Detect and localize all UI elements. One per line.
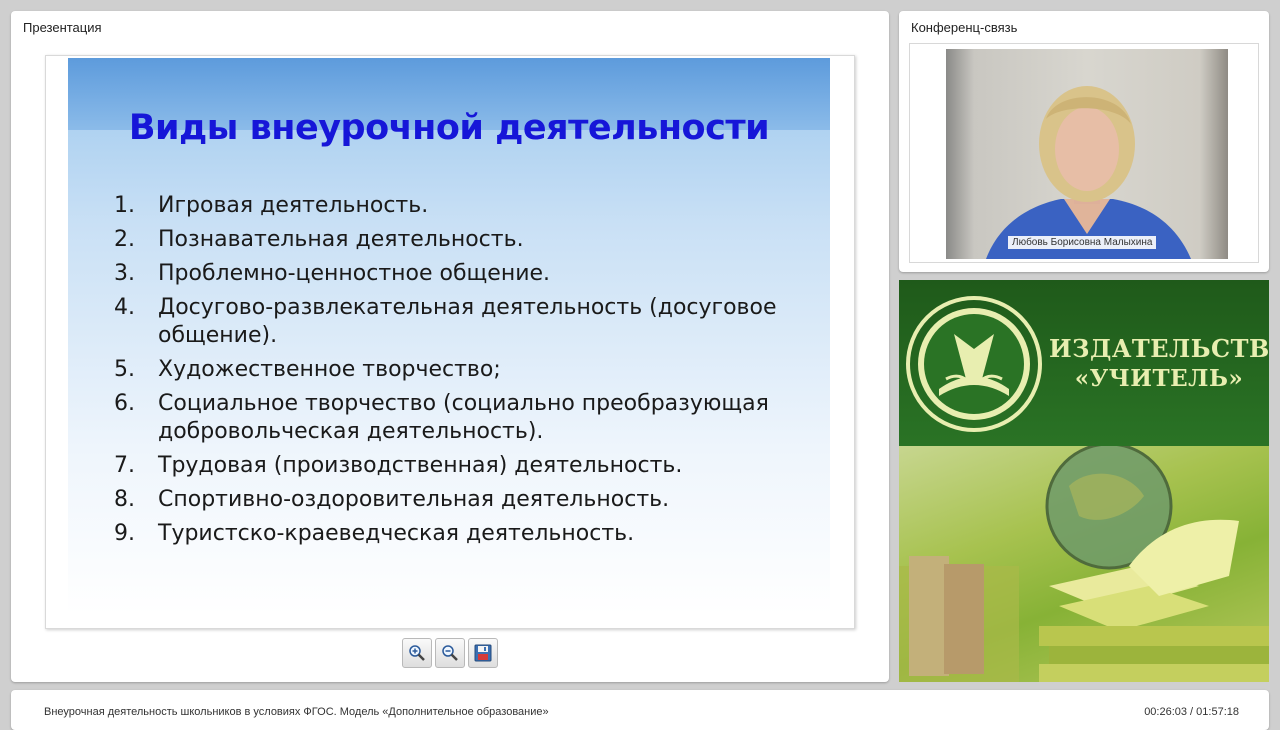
list-item: 8. Спортивно-оздоровительная деятельность…: [114, 486, 814, 514]
list-item: 1. Игровая деятельность.: [114, 192, 814, 220]
floppy-disk-icon: [474, 644, 492, 662]
zoom-in-icon: [409, 645, 425, 661]
list-item-number: 4.: [114, 295, 135, 320]
list-item-text: Проблемно-ценностное общение.: [158, 261, 551, 286]
list-item-number: 5.: [114, 357, 135, 382]
list-item: 5. Художественное творчество;: [114, 356, 814, 384]
course-title: Внеурочная деятельность школьников в усл…: [44, 706, 549, 718]
list-item-number: 6.: [114, 391, 135, 416]
books-globe-illustration: [899, 446, 1269, 682]
list-item: 6. Социальное творчество (социально преоб…: [114, 390, 814, 446]
list-item: 4. Досугово-развлекательная деятельность …: [114, 294, 814, 350]
list-item-text: Туристско-краеведческая деятельность.: [158, 521, 635, 546]
status-bar: Внеурочная деятельность школьников в усл…: [11, 690, 1269, 730]
list-item-number: 3.: [114, 261, 135, 286]
list-item-text: Спортивно-оздоровительная деятельность.: [158, 487, 670, 512]
list-item: 7. Трудовая (производственная) деятельнос…: [114, 452, 814, 480]
list-item-text: Трудовая (производственная) деятельность…: [158, 453, 683, 478]
slide-heading: Виды внеурочной деятельности: [128, 108, 770, 148]
publisher-banner-image: [899, 446, 1269, 682]
zoom-out-button[interactable]: [435, 638, 465, 668]
zoom-in-button[interactable]: [402, 638, 432, 668]
publisher-banner-top: ИЗДАТЕЛЬСТВО «УЧИТЕЛЬ»: [899, 280, 1269, 446]
conference-panel: Конференц-связь Любовь Борисовна Малыхин…: [899, 11, 1269, 272]
speaker-name-label: Любовь Борисовна Малыхина: [1008, 236, 1157, 249]
slide-list: 1. Игровая деятельность. 2. Познавательная…: [114, 192, 814, 554]
publisher-logo: [906, 296, 1042, 432]
presentation-panel-title: Презентация: [23, 20, 102, 35]
list-item-number: 1.: [114, 193, 135, 218]
list-item: 9. Туристско-краеведческая деятельность.: [114, 520, 814, 548]
list-item-number: 7.: [114, 453, 135, 478]
publisher-name-line2: «УЧИТЕЛЬ»: [1074, 365, 1244, 392]
video-feed[interactable]: Любовь Борисовна Малыхина: [909, 43, 1259, 263]
save-button[interactable]: [468, 638, 498, 668]
list-item-text: Художественное творчество;: [158, 357, 501, 382]
list-item-number: 2.: [114, 227, 135, 252]
list-item-text: Социальное творчество (социально преобра…: [158, 391, 769, 444]
speaker-figure: [986, 86, 1191, 259]
playback-time: 00:26:03 / 01:57:18: [1144, 706, 1239, 718]
presentation-panel: Презентация Виды внеурочной деятельности…: [11, 11, 889, 682]
list-item-text: Игровая деятельность.: [158, 193, 429, 218]
list-item-text: Познавательная деятельность.: [158, 227, 524, 252]
slide: Виды внеурочной деятельности 1. Игровая д…: [45, 55, 855, 629]
publisher-name-line1: ИЗДАТЕЛЬСТВО: [1049, 334, 1269, 363]
list-item-number: 8.: [114, 487, 135, 512]
publisher-banner[interactable]: ИЗДАТЕЛЬСТВО «УЧИТЕЛЬ»: [899, 280, 1269, 682]
zoom-out-icon: [442, 645, 458, 661]
speaker-video-frame: Любовь Борисовна Малыхина: [946, 49, 1228, 259]
list-item: 2. Познавательная деятельность.: [114, 226, 814, 254]
list-item-number: 9.: [114, 521, 135, 546]
list-item: 3. Проблемно-ценностное общение.: [114, 260, 814, 288]
conference-panel-title: Конференц-связь: [911, 20, 1018, 35]
list-item-text: Досугово-развлекательная деятельность (д…: [158, 295, 777, 348]
